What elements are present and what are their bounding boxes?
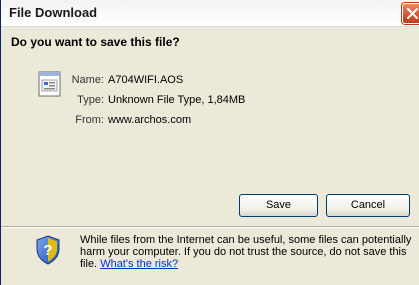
- close-icon: [407, 8, 418, 19]
- file-type-value: Unknown File Type, 1,84MB: [108, 94, 246, 106]
- title-bar[interactable]: File Download: [1, 0, 419, 27]
- file-from-value: www.archos.com: [108, 114, 192, 126]
- file-from-value-row: www.archos.com: [108, 114, 408, 128]
- risk-link[interactable]: What's the risk?: [100, 258, 178, 270]
- file-from-row: From:: [61, 114, 104, 128]
- file-download-dialog: File Download Do you want to save this f…: [0, 0, 419, 285]
- file-name-value-row: A704WIFI.AOS: [108, 74, 408, 88]
- window-title: File Download: [9, 5, 98, 20]
- file-name-row: Name:: [61, 74, 104, 88]
- unknown-file-icon: [38, 71, 61, 97]
- warning-text: While files from the Internet can be use…: [80, 234, 415, 270]
- question-text: Do you want to save this file?: [11, 35, 180, 49]
- cancel-button[interactable]: Cancel: [326, 194, 410, 217]
- file-name-value: A704WIFI.AOS: [108, 74, 184, 86]
- file-type-row: Type:: [61, 94, 104, 108]
- svg-text:?: ?: [43, 242, 52, 259]
- divider: [1, 226, 419, 228]
- file-type-value-row: Unknown File Type, 1,84MB: [108, 94, 408, 108]
- file-type-label: Type:: [77, 94, 104, 106]
- file-from-label: From:: [75, 114, 104, 126]
- file-name-label: Name:: [71, 74, 104, 86]
- close-button[interactable]: [402, 3, 419, 24]
- save-button[interactable]: Save: [239, 194, 318, 217]
- security-shield-icon: ?: [36, 235, 60, 265]
